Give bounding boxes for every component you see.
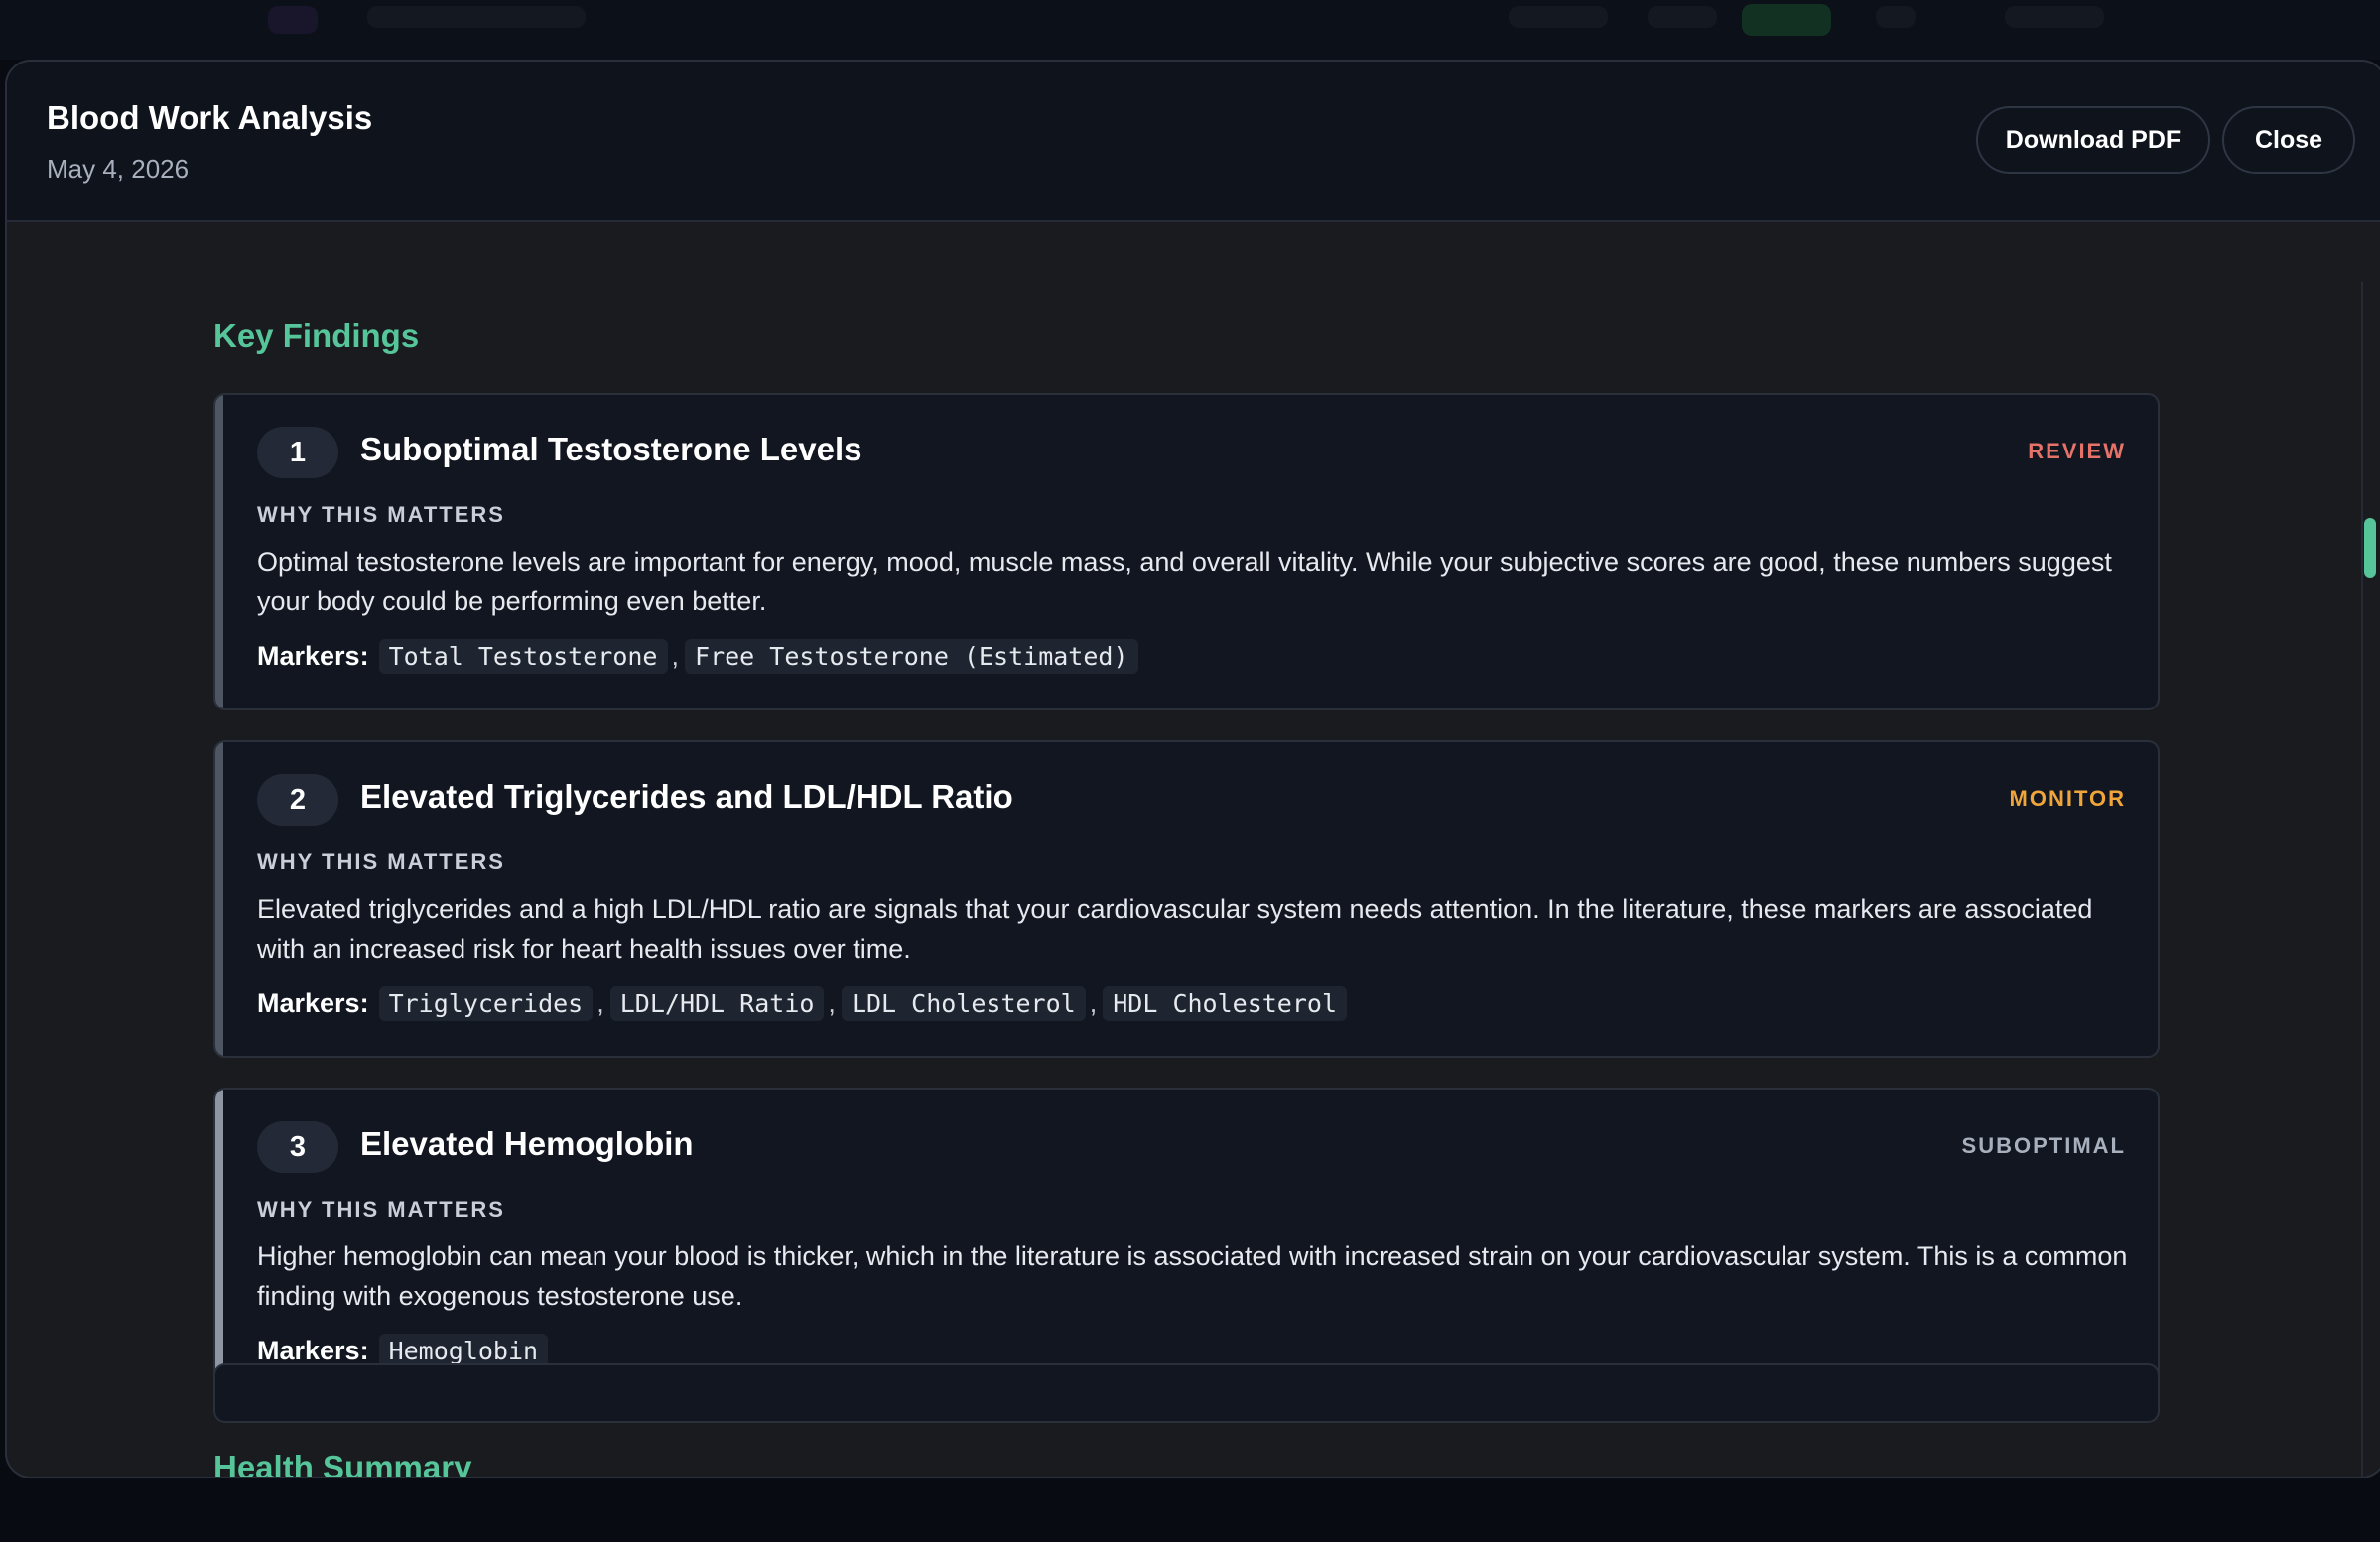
why-this-matters-label: WHY THIS MATTERS [257,1197,505,1221]
modal-title: Blood Work Analysis [47,99,373,136]
finding-number-badge: 2 [257,774,338,826]
finding-title: Elevated Hemoglobin [360,1125,694,1162]
download-pdf-button[interactable]: Download PDF [1976,106,2210,174]
modal-date: May 4, 2026 [47,154,190,184]
marker-chip: LDL/HDL Ratio [609,986,825,1021]
markers-label: Markers: [257,641,369,671]
why-this-matters-label: WHY THIS MATTERS [257,502,505,527]
finding-card: 1 Suboptimal Testosterone Levels REVIEW … [213,393,2160,710]
marker-chip: Triglycerides [378,986,594,1021]
markers-label: Markers: [257,1336,369,1365]
card-accent-bar [215,1090,223,1403]
markers-row: Markers: Total Testosterone , Free Testo… [257,639,1138,674]
section-title-health-summary: Health Summary [213,1449,472,1478]
background-logo [268,6,318,34]
finding-card: 3 Elevated Hemoglobin SUBOPTIMAL WHY THI… [213,1088,2160,1405]
why-this-matters-label: WHY THIS MATTERS [257,849,505,874]
scroll-track [2361,282,2363,1477]
finding-number-badge: 1 [257,427,338,478]
modal-content: Key Findings 1 Suboptimal Testosterone L… [7,222,2380,1478]
marker-chip: LDL Cholesterol [841,986,1086,1021]
markers-row: Markers: Triglycerides , LDL/HDL Ratio ,… [257,986,1348,1021]
card-accent-bar [215,742,223,1056]
finding-description: Higher hemoglobin can mean your blood is… [257,1241,2128,1311]
finding-title: Suboptimal Testosterone Levels [360,431,862,467]
background-nav-item [2005,6,2104,28]
card-accent-bar [215,395,223,708]
marker-chip: Free Testosterone (Estimated) [685,639,1138,674]
marker-separator: , [1089,988,1098,1018]
background-nav-item [1648,6,1717,28]
marker-chip: Total Testosterone [378,639,668,674]
marker-separator: , [671,641,680,671]
finding-card: 2 Elevated Triglycerides and LDL/HDL Rat… [213,740,2160,1058]
markers-label: Markers: [257,988,369,1018]
finding-title: Elevated Triglycerides and LDL/HDL Ratio [360,778,1013,815]
modal-header: Blood Work Analysis May 4, 2026 Download… [7,62,2380,222]
background-title [367,6,586,28]
finding-number-badge: 3 [257,1121,338,1173]
blood-work-modal: Blood Work Analysis May 4, 2026 Download… [5,60,2380,1478]
section-title-key-findings: Key Findings [213,318,420,354]
finding-description: Elevated triglycerides and a high LDL/HD… [257,894,2093,964]
status-badge: REVIEW [2028,439,2126,463]
marker-separator: , [596,988,604,1018]
scrollbar-thumb[interactable] [2364,518,2376,578]
status-badge: MONITOR [2009,786,2126,811]
finding-description: Optimal testosterone levels are importan… [257,547,2112,616]
background-app-header [0,0,2380,60]
health-summary-card [213,1363,2160,1423]
status-badge: SUBOPTIMAL [1961,1133,2126,1158]
marker-chip: HDL Cholesterol [1103,986,1348,1021]
background-nav-item [1509,6,1608,28]
background-action-button [1742,4,1831,36]
background-icon [1876,6,1916,28]
close-button[interactable]: Close [2222,106,2355,174]
marker-separator: , [828,988,836,1018]
